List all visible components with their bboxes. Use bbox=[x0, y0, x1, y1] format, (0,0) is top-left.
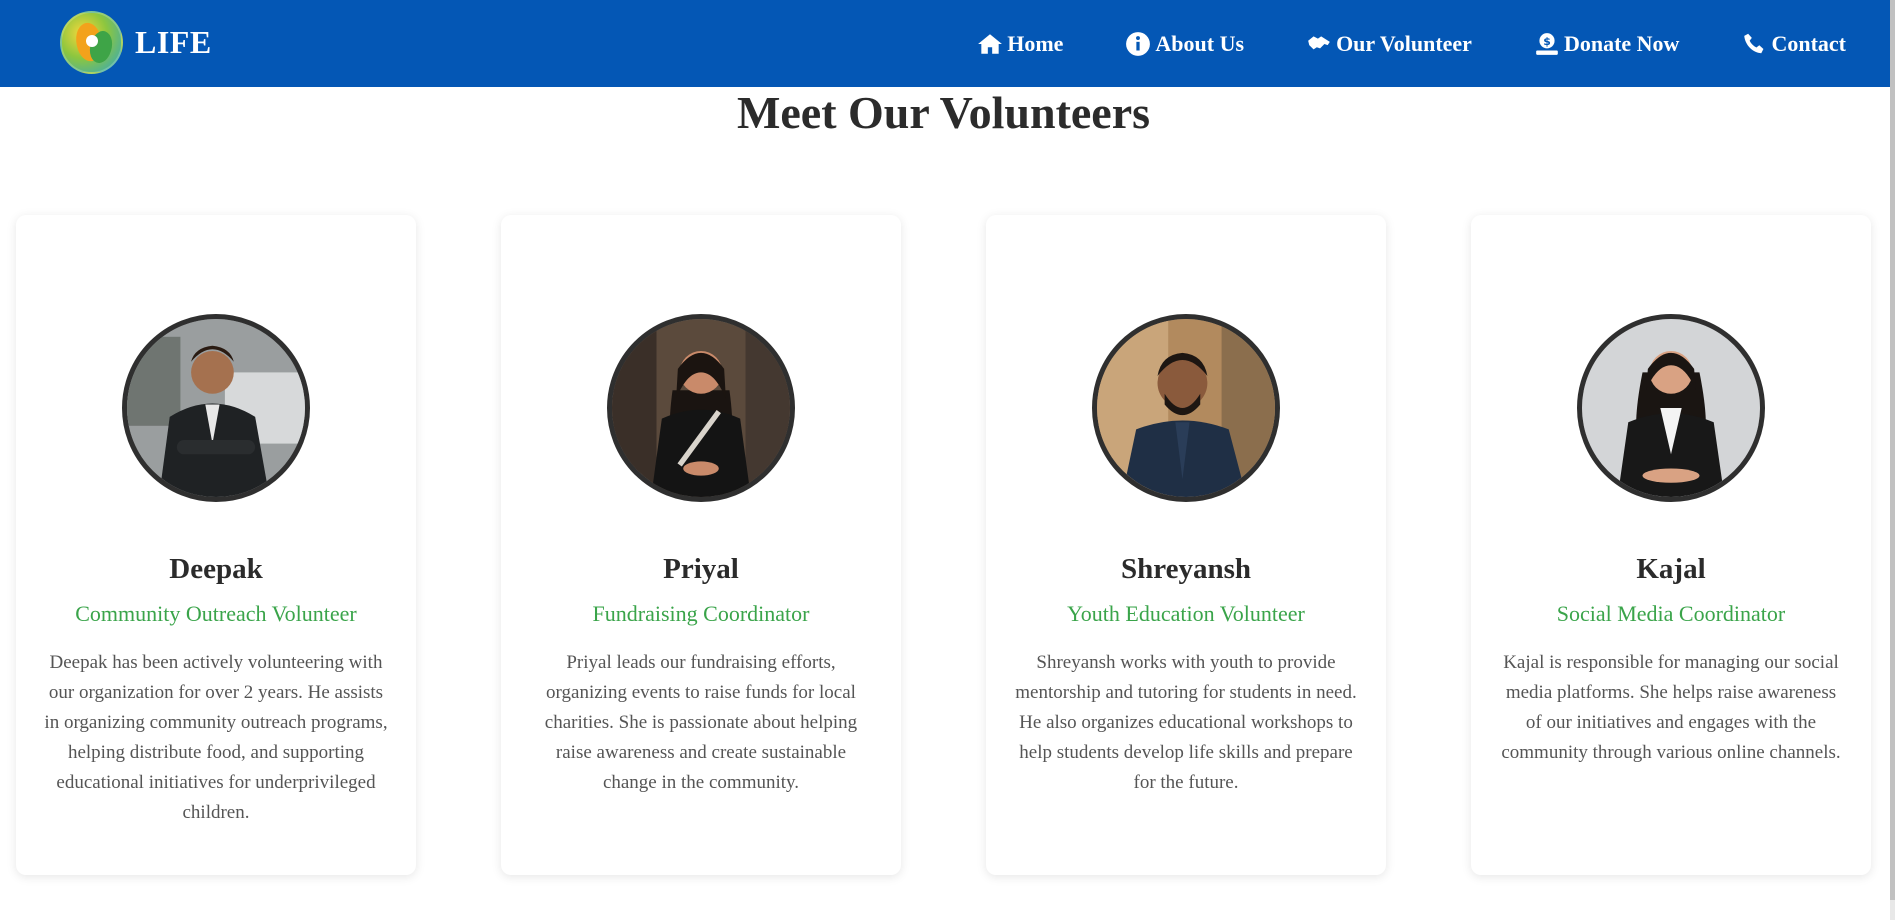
volunteer-description: Deepak has been actively volunteering wi… bbox=[44, 652, 388, 823]
volunteer-cards: Deepak Community Outreach Volunteer Deep… bbox=[16, 215, 1872, 875]
scrollbar-thumb[interactable] bbox=[1890, 0, 1895, 900]
volunteer-role: Fundraising Coordinator bbox=[592, 601, 810, 626]
nav-about-us[interactable]: About Us bbox=[1125, 31, 1244, 57]
avatar bbox=[1577, 314, 1765, 502]
volunteer-card-deepak: Deepak Community Outreach Volunteer Deep… bbox=[16, 215, 416, 875]
nav-our-volunteer-label: Our Volunteer bbox=[1336, 30, 1472, 56]
phone-icon bbox=[1744, 33, 1764, 53]
volunteer-card-shreyansh: Shreyansh Youth Education Volunteer Shre… bbox=[986, 215, 1386, 875]
avatar bbox=[122, 314, 310, 502]
volunteer-description: Priyal leads our fundraising efforts, or… bbox=[544, 652, 858, 793]
nav-home-label: Home bbox=[1007, 30, 1064, 56]
volunteer-description: Kajal is responsible for managing our so… bbox=[1501, 652, 1841, 763]
brand-home-link[interactable]: LIFE bbox=[60, 11, 212, 74]
handshake-icon bbox=[1308, 35, 1330, 49]
svg-text:$: $ bbox=[1543, 35, 1551, 48]
nav-contact[interactable]: Contact bbox=[1741, 31, 1846, 57]
nav-donate-now-label: Donate Now bbox=[1563, 30, 1680, 56]
volunteer-card-kajal: Kajal Social Media Coordinator Kajal is … bbox=[1471, 215, 1871, 875]
donate-icon: $ bbox=[1536, 32, 1558, 55]
nav-our-volunteer[interactable]: Our Volunteer bbox=[1306, 31, 1472, 57]
page-scrollbar[interactable] bbox=[1890, 0, 1895, 920]
volunteer-name: Priyal bbox=[663, 553, 739, 585]
info-icon bbox=[1126, 31, 1151, 56]
avatar bbox=[607, 314, 795, 502]
volunteer-name: Kajal bbox=[1636, 553, 1706, 585]
volunteer-card-priyal: Priyal Fundraising Coordinator Priyal le… bbox=[501, 215, 901, 875]
volunteer-name: Shreyansh bbox=[1120, 553, 1252, 585]
avatar bbox=[1092, 314, 1280, 502]
nav-home[interactable]: Home bbox=[977, 31, 1063, 57]
volunteer-role: Youth Education Volunteer bbox=[1067, 601, 1305, 626]
top-navbar: LIFE Home About Us Our Volunteer $ Donat… bbox=[0, 0, 1890, 87]
nav-about-us-label: About Us bbox=[1155, 30, 1245, 56]
life-logo-icon bbox=[60, 11, 123, 74]
page-title: Meet Our Volunteers bbox=[736, 87, 1151, 138]
volunteer-description: Shreyansh works with youth to provide me… bbox=[1015, 652, 1357, 793]
nav-contact-label: Contact bbox=[1771, 30, 1846, 56]
nav-links: Home About Us Our Volunteer $ Donate Now… bbox=[915, 0, 1846, 87]
brand-name: LIFE bbox=[135, 24, 212, 60]
volunteer-role: Community Outreach Volunteer bbox=[75, 601, 357, 626]
home-icon bbox=[978, 33, 1003, 54]
volunteer-name: Deepak bbox=[169, 553, 263, 585]
volunteer-role: Social Media Coordinator bbox=[1556, 601, 1786, 626]
nav-donate-now[interactable]: $ Donate Now bbox=[1534, 30, 1680, 57]
